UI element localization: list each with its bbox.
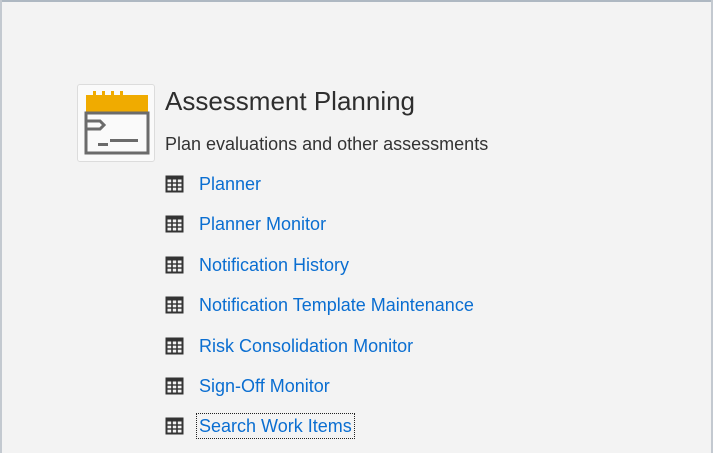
link-label[interactable]: Notification History bbox=[198, 254, 350, 276]
link-label[interactable]: Search Work Items bbox=[196, 413, 355, 439]
link-planner[interactable]: Planner bbox=[165, 171, 262, 197]
link-notification-template-maintenance[interactable]: Notification Template Maintenance bbox=[165, 292, 475, 318]
link-label[interactable]: Sign-Off Monitor bbox=[198, 375, 331, 397]
link-notification-history[interactable]: Notification History bbox=[165, 252, 350, 278]
link-label[interactable]: Planner Monitor bbox=[198, 213, 327, 235]
table-icon bbox=[165, 175, 184, 193]
window-top-border bbox=[0, 0, 713, 2]
table-icon bbox=[165, 215, 184, 233]
app-subtitle: Plan evaluations and other assessments bbox=[165, 134, 489, 154]
link-search-work-items[interactable]: Search Work Items bbox=[165, 413, 355, 439]
app-title: Assessment Planning bbox=[165, 86, 416, 116]
link-label[interactable]: Notification Template Maintenance bbox=[198, 294, 475, 316]
table-icon bbox=[165, 377, 184, 395]
link-planner-monitor[interactable]: Planner Monitor bbox=[165, 211, 327, 237]
link-sign-off-monitor[interactable]: Sign-Off Monitor bbox=[165, 373, 331, 399]
table-icon bbox=[165, 337, 184, 355]
calendar-planning-icon bbox=[84, 91, 150, 155]
table-icon bbox=[165, 256, 184, 274]
table-icon bbox=[165, 296, 184, 314]
link-risk-consolidation-monitor[interactable]: Risk Consolidation Monitor bbox=[165, 333, 414, 359]
table-icon bbox=[165, 417, 184, 435]
link-label[interactable]: Planner bbox=[198, 173, 262, 195]
link-label[interactable]: Risk Consolidation Monitor bbox=[198, 335, 414, 357]
window-left-border bbox=[0, 0, 2, 453]
app-tile[interactable] bbox=[77, 84, 155, 162]
